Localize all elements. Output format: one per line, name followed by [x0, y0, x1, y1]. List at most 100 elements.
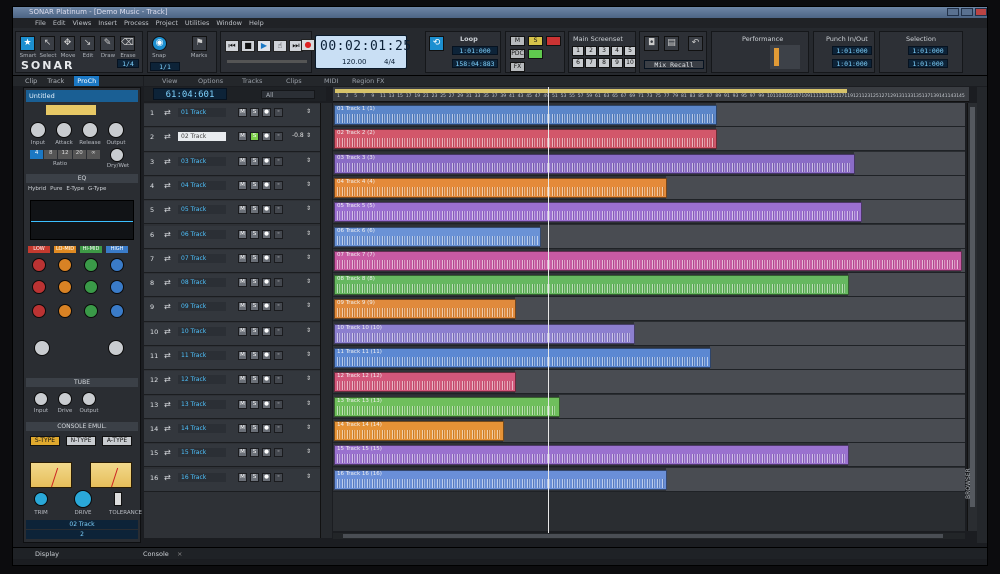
eq-himid-freq-knob[interactable]: [84, 280, 98, 294]
menu-options[interactable]: Options: [198, 76, 223, 86]
track-expand-icon[interactable]: ⇕: [306, 278, 311, 285]
clip-lane[interactable]: 13 Track 13 (13): [333, 394, 965, 419]
track-header[interactable]: 11 ⇄ 11 Track M S ● ◦ ⇕: [144, 347, 320, 371]
input-echo-track-button[interactable]: ◦: [274, 302, 283, 312]
audio-clip[interactable]: 16 Track 16 (16): [334, 469, 667, 490]
audio-clip[interactable]: 14 Track 14 (14): [334, 420, 504, 441]
menu-region-fx[interactable]: Region FX: [352, 76, 385, 86]
track-header[interactable]: 4 ⇄ 04 Track M S ● ◦ ⇕: [144, 176, 320, 201]
audio-clip[interactable]: 07 Track 7 (7): [334, 250, 962, 271]
mute-track-button[interactable]: M: [238, 302, 247, 312]
menu-help[interactable]: Help: [249, 18, 264, 28]
input-echo-track-button[interactable]: ◦: [274, 278, 283, 288]
track-name-field[interactable]: 11 Track: [178, 351, 226, 360]
mute-track-button[interactable]: M: [238, 156, 247, 166]
input-echo-button[interactable]: [528, 49, 543, 59]
audio-clip[interactable]: 10 Track 10 (10): [334, 323, 635, 344]
solo-track-button[interactable]: S: [250, 180, 259, 190]
solo-track-button[interactable]: S: [250, 399, 259, 409]
lane-empty-region[interactable]: [540, 224, 965, 248]
fx-icon[interactable]: ⇄: [164, 448, 173, 457]
ratio-8[interactable]: 8: [44, 150, 58, 159]
screenset-3[interactable]: 3: [598, 46, 610, 56]
track-header[interactable]: 14 ⇄ 14 Track M S ● ◦ ⇕: [144, 419, 320, 444]
menu-view[interactable]: View: [162, 76, 177, 86]
ratio-20[interactable]: 20: [72, 150, 86, 159]
menu-midi[interactable]: MIDI: [324, 76, 338, 86]
fx-icon[interactable]: ⇄: [164, 181, 173, 190]
track-expand-icon[interactable]: ⇕: [306, 302, 311, 309]
input-echo-track-button[interactable]: ◦: [274, 132, 283, 142]
solo-track-button[interactable]: S: [250, 108, 259, 117]
vertical-scrollbar[interactable]: [967, 103, 977, 531]
track-expand-icon[interactable]: ⇕: [306, 157, 311, 164]
menu-views[interactable]: Views: [72, 18, 91, 28]
mute-track-button[interactable]: M: [238, 108, 247, 117]
lane-empty-region[interactable]: [716, 127, 965, 151]
fx-icon[interactable]: ⇄: [164, 473, 173, 482]
clip-lane[interactable]: 14 Track 14 (14): [333, 418, 965, 443]
mute-track-button[interactable]: M: [238, 351, 247, 360]
arm-track-button[interactable]: ●: [262, 108, 271, 117]
position-slider[interactable]: [227, 60, 307, 63]
console-atype[interactable]: A-TYPE: [102, 436, 132, 446]
erase-tool-button[interactable]: ⌫: [120, 36, 135, 51]
fx-icon[interactable]: ⇄: [164, 327, 173, 336]
track-header[interactable]: 7 ⇄ 07 Track M S ● ◦ ⇕: [144, 249, 320, 274]
clip-lane[interactable]: 03 Track 3 (3): [333, 151, 965, 176]
track-name-field[interactable]: 14 Track: [178, 423, 226, 433]
input-echo-track-button[interactable]: ◦: [274, 472, 283, 482]
clip-lane[interactable]: 02 Track 2 (2): [333, 127, 965, 152]
track-expand-icon[interactable]: ⇕: [306, 181, 311, 188]
track-header[interactable]: 1 ⇄ 01 Track M S ● ◦ ⇕: [144, 104, 320, 128]
track-header[interactable]: 6 ⇄ 06 Track M S ● ◦ ⇕: [144, 225, 320, 249]
track-name-field[interactable]: 13 Track: [178, 399, 226, 409]
mute-track-button[interactable]: M: [238, 229, 247, 239]
solo-track-button[interactable]: S: [250, 472, 259, 482]
fx-icon[interactable]: ⇄: [164, 205, 173, 214]
timeline-ruler[interactable]: 1 3 5 7 9 11 13 15 17 19 21 23 25 27 29 31 33 35 37 39 41 43 4…: [333, 87, 969, 102]
eq-lomid-gain-knob[interactable]: [58, 258, 72, 272]
input-echo-track-button[interactable]: ◦: [274, 423, 283, 433]
loop-start[interactable]: 1:01:000: [452, 46, 498, 55]
track-expand-icon[interactable]: ⇕: [306, 351, 311, 358]
pdc-button[interactable]: PDC: [510, 49, 525, 59]
console-stype[interactable]: S-TYPE: [30, 436, 60, 446]
lane-empty-region[interactable]: [861, 200, 965, 224]
lane-empty-region[interactable]: [710, 346, 965, 369]
eq-low-freq-knob[interactable]: [32, 280, 46, 294]
mute-track-button[interactable]: M: [238, 132, 247, 142]
band-lomid[interactable]: LO-MID: [54, 246, 76, 253]
lane-empty-region[interactable]: [634, 321, 965, 345]
track-name-field[interactable]: 06 Track: [178, 229, 226, 239]
eq-low-gain-knob[interactable]: [32, 258, 46, 272]
time-display[interactable]: 00:02:01:25 120.00 4/4: [315, 35, 411, 69]
audio-clip[interactable]: 13 Track 13 (13): [334, 396, 560, 417]
track-header[interactable]: 3 ⇄ 03 Track M S ● ◦ ⇕: [144, 152, 320, 176]
now-time-display[interactable]: 61:04:601: [153, 88, 227, 100]
solo-track-button[interactable]: S: [250, 229, 259, 239]
console-trim-knob[interactable]: [34, 492, 48, 506]
screenset-10[interactable]: 10: [624, 58, 636, 68]
clip-lane[interactable]: 06 Track 6 (6): [333, 224, 965, 249]
menu-insert[interactable]: Insert: [98, 18, 117, 28]
arm-track-button[interactable]: ●: [262, 326, 271, 336]
arm-track-button[interactable]: ●: [262, 253, 271, 263]
input-echo-track-button[interactable]: ◦: [274, 448, 283, 458]
audio-clip[interactable]: 08 Track 8 (8): [334, 275, 849, 296]
horizontal-scrollbar[interactable]: [333, 533, 965, 539]
mute-track-button[interactable]: M: [238, 180, 247, 190]
eq-section-header[interactable]: EQ: [26, 174, 138, 183]
lane-empty-region[interactable]: [666, 175, 965, 199]
punch-in[interactable]: 1:01:000: [832, 46, 872, 55]
eq-lomid-freq-knob[interactable]: [58, 280, 72, 294]
clip-lane[interactable]: 16 Track 16 (16): [333, 467, 965, 492]
smart-tool-button[interactable]: ★: [20, 36, 35, 51]
track-header[interactable]: 2 ⇄ 02 Track M S ● ◦ ⇕ -0.8: [144, 128, 320, 152]
console-emulator-header[interactable]: CONSOLE EMUL.: [26, 422, 138, 431]
arm-track-button[interactable]: ●: [262, 351, 271, 360]
arm-track-button[interactable]: ●: [262, 132, 271, 142]
mix-recall-select[interactable]: Mix Recall: [644, 60, 704, 69]
eq-high-freq-knob[interactable]: [110, 280, 124, 294]
track-header[interactable]: 5 ⇄ 05 Track M S ● ◦ ⇕: [144, 201, 320, 225]
